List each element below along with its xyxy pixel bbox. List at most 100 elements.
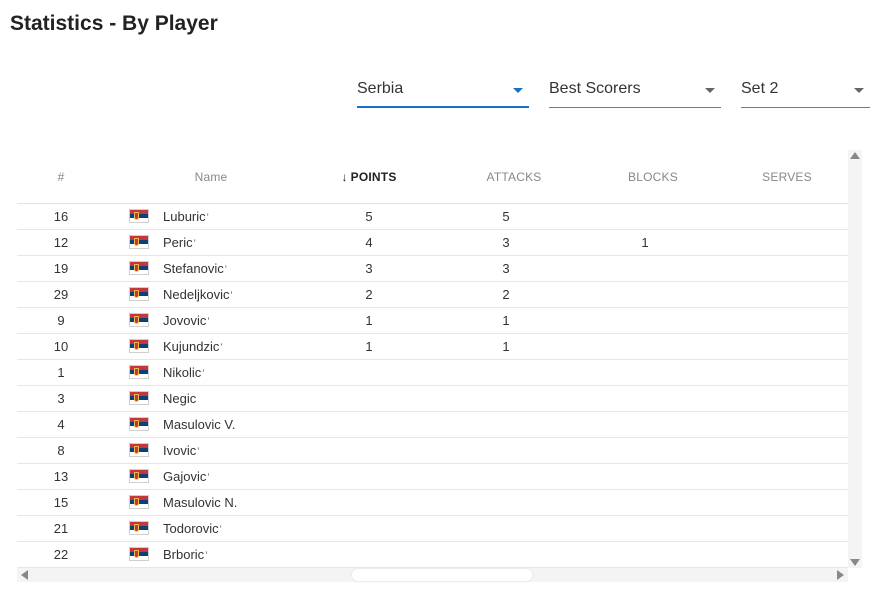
table-row[interactable]: 9 Jovovicʼ 1 1 <box>17 308 848 334</box>
table-row[interactable]: 12 Pericʼ 4 3 1 <box>17 230 848 256</box>
player-stats-table: # Name ↓ POINTS ATTACKS BLOCKS SERVES 16 L… <box>17 150 848 568</box>
table-row[interactable]: 22 Brboricʼ <box>17 542 848 568</box>
scroll-right-icon[interactable] <box>837 570 844 580</box>
player-name[interactable]: Gajovicʼ <box>163 469 210 484</box>
player-name-text: Kujundzic <box>163 339 220 354</box>
player-name[interactable]: Nikolicʼ <box>163 365 205 380</box>
header-points[interactable]: ↓ POINTS <box>329 170 409 184</box>
chevron-down-icon <box>705 88 715 93</box>
table-row[interactable]: 16 Luburicʼ 5 5 <box>17 204 848 230</box>
table-row[interactable]: 10 Kujundzicʼ 1 1 <box>17 334 848 360</box>
chevron-down-icon <box>854 88 864 93</box>
player-number: 21 <box>53 521 69 536</box>
table-row[interactable]: 8 Ivovicʼ <box>17 438 848 464</box>
player-status-mark: ʼ <box>220 343 223 354</box>
player-name-text: Masulovic V. <box>163 417 236 432</box>
player-name-text: Peric <box>163 235 193 250</box>
player-number: 15 <box>53 495 69 510</box>
category-select[interactable]: Best Scorers <box>549 78 721 108</box>
serbia-flag-icon <box>129 547 149 561</box>
category-select-value: Best Scorers <box>549 80 641 97</box>
player-name-text: Stefanovic <box>163 261 224 276</box>
player-name-text: Todorovic <box>163 521 219 536</box>
header-name[interactable]: Name <box>171 170 251 184</box>
attacks-value: 3 <box>502 261 510 276</box>
player-name[interactable]: Nedeljkovicʼ <box>163 287 233 302</box>
header-attacks[interactable]: ATTACKS <box>471 170 557 184</box>
player-status-mark: ʼ <box>197 447 200 458</box>
table-row[interactable]: 3 Negic <box>17 386 848 412</box>
header-points-label: POINTS <box>350 170 397 184</box>
scroll-up-icon[interactable] <box>850 152 860 159</box>
serbia-flag-icon <box>129 235 149 249</box>
table-row[interactable]: 13 Gajovicʼ <box>17 464 848 490</box>
player-number: 29 <box>53 287 69 302</box>
player-name[interactable]: Masulovic N. <box>163 495 238 510</box>
player-number: 16 <box>53 209 69 224</box>
chevron-down-icon <box>513 88 523 93</box>
scroll-down-icon[interactable] <box>850 559 860 566</box>
vertical-scrollbar[interactable] <box>848 150 862 568</box>
table-row[interactable]: 21 Todorovicʼ <box>17 516 848 542</box>
set-select[interactable]: Set 2 <box>741 78 870 108</box>
player-number: 1 <box>57 365 65 380</box>
horizontal-scroll-thumb[interactable] <box>352 569 532 581</box>
table-row[interactable]: 1 Nikolicʼ <box>17 360 848 386</box>
player-status-mark: ʼ <box>193 239 196 250</box>
header-blocks[interactable]: BLOCKS <box>610 170 696 184</box>
set-select-value: Set 2 <box>741 80 779 97</box>
player-number: 12 <box>53 235 69 250</box>
table-row[interactable]: 4 Masulovic V. <box>17 412 848 438</box>
team-select-value: Serbia <box>357 80 404 97</box>
player-number: 13 <box>53 469 69 484</box>
player-name[interactable]: Stefanovicʼ <box>163 261 227 276</box>
player-name[interactable]: Jovovicʼ <box>163 313 210 328</box>
page-title: Statistics - By Player <box>10 12 218 35</box>
header-serves[interactable]: SERVES <box>747 170 827 184</box>
table-header: # Name ↓ POINTS ATTACKS BLOCKS SERVES <box>17 150 848 204</box>
serbia-flag-icon <box>129 521 149 535</box>
attacks-value: 1 <box>502 313 510 328</box>
player-name[interactable]: Brboricʼ <box>163 547 207 562</box>
serbia-flag-icon <box>129 495 149 509</box>
scroll-left-icon[interactable] <box>21 570 28 580</box>
player-status-mark: ʼ <box>206 213 209 224</box>
serbia-flag-icon <box>129 469 149 483</box>
player-name[interactable]: Negic <box>163 391 197 406</box>
blocks-value: 1 <box>641 235 649 250</box>
points-value: 1 <box>365 339 373 354</box>
horizontal-scrollbar[interactable] <box>17 568 848 582</box>
player-name-text: Masulovic N. <box>163 495 238 510</box>
header-num[interactable]: # <box>41 170 81 184</box>
filter-bar: Serbia Best Scorers Set 2 <box>0 72 882 108</box>
player-name[interactable]: Luburicʼ <box>163 209 209 224</box>
attacks-value: 2 <box>502 287 510 302</box>
player-status-mark: ʼ <box>207 473 210 484</box>
team-select[interactable]: Serbia <box>357 78 529 108</box>
player-name-text: Luburic <box>163 209 206 224</box>
player-number: 22 <box>53 547 69 562</box>
player-number: 8 <box>57 443 65 458</box>
serbia-flag-icon <box>129 391 149 405</box>
table-row[interactable]: 15 Masulovic N. <box>17 490 848 516</box>
points-value: 4 <box>365 235 373 250</box>
player-name-text: Brboric <box>163 547 205 562</box>
player-name-text: Nedeljkovic <box>163 287 230 302</box>
serbia-flag-icon <box>129 209 149 223</box>
player-status-mark: ʼ <box>205 551 208 562</box>
player-number: 19 <box>53 261 69 276</box>
player-name[interactable]: Pericʼ <box>163 235 196 250</box>
player-status-mark: ʼ <box>207 317 210 328</box>
player-name[interactable]: Ivovicʼ <box>163 443 199 458</box>
table-row[interactable]: 29 Nedeljkovicʼ 2 2 <box>17 282 848 308</box>
player-status-mark: ʼ <box>224 265 227 276</box>
attacks-value: 5 <box>502 209 510 224</box>
player-number: 9 <box>57 313 65 328</box>
player-name[interactable]: Kujundzicʼ <box>163 339 223 354</box>
attacks-value: 3 <box>502 235 510 250</box>
points-value: 5 <box>365 209 373 224</box>
table-row[interactable]: 19 Stefanovicʼ 3 3 <box>17 256 848 282</box>
player-name-text: Nikolic <box>163 365 202 380</box>
player-name[interactable]: Todorovicʼ <box>163 521 222 536</box>
player-name[interactable]: Masulovic V. <box>163 417 237 432</box>
